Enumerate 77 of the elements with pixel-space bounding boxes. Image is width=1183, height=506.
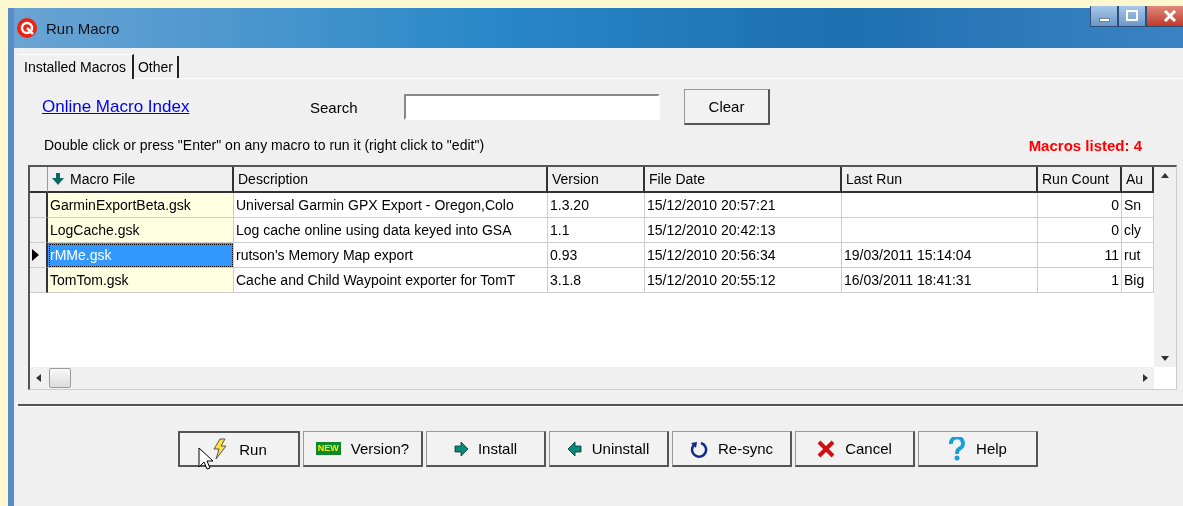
column-header[interactable]: Last Run [842, 167, 1038, 193]
vertical-scrollbar[interactable] [1154, 167, 1176, 367]
arrow-left-icon [567, 441, 582, 456]
column-header[interactable]: Description [234, 167, 548, 193]
close-icon [817, 439, 836, 458]
row-header[interactable] [30, 193, 48, 218]
horizontal-scrollbar[interactable] [30, 367, 1154, 389]
table-cell: 15/12/2010 20:42:13 [645, 218, 842, 243]
table-cell: 11 [1038, 243, 1122, 268]
search-field[interactable] [404, 94, 660, 120]
table-cell: TomTom.gsk [48, 268, 234, 293]
row-header[interactable] [30, 218, 48, 243]
lightning-icon [211, 438, 230, 460]
cancel-button[interactable]: Cancel [795, 431, 915, 467]
help-icon [948, 436, 967, 461]
minimize-button[interactable] [1090, 6, 1118, 27]
version-button[interactable]: NEW Version? [303, 431, 423, 467]
sort-down-icon [52, 173, 64, 185]
search-label: Search [310, 98, 359, 116]
close-button[interactable] [1146, 6, 1183, 27]
table-cell: Universal Garmin GPX Export - Oregon,Colo [234, 193, 548, 218]
scroll-thumb[interactable] [49, 368, 71, 388]
tab[interactable]: Installed Macros [18, 54, 134, 79]
instruction-text: Double click or press "Enter" on any macro to run it (right click to "edit") [44, 137, 485, 153]
table-cell: 1.1 [548, 218, 645, 243]
column-header[interactable]: Au [1122, 167, 1154, 193]
table-cell: 16/03/2011 18:41:31 [842, 268, 1038, 293]
maximize-button[interactable] [1118, 6, 1146, 27]
table-cell: Log cache online using data keyed into GSA [234, 218, 548, 243]
scroll-down-icon [1161, 356, 1169, 361]
table-cell: 15/12/2010 20:55:12 [645, 268, 842, 293]
arrow-right-icon [453, 441, 468, 456]
table-cell: Cache and Child Waypoint exporter for TomT [234, 268, 548, 293]
table-cell: rMMe.gsk [48, 243, 234, 268]
new-badge-icon: NEW [315, 442, 341, 455]
scroll-right-icon [1143, 374, 1148, 382]
column-header[interactable]: File Date [645, 167, 842, 193]
table-cell: 0 [1038, 193, 1122, 218]
table-cell: rut [1122, 243, 1154, 268]
table-cell: 1.3.20 [548, 193, 645, 218]
table-cell: 19/03/2011 15:14:04 [842, 243, 1038, 268]
table-cell: 0 [1038, 218, 1122, 243]
refresh-icon [690, 439, 708, 458]
table-cell: rutson's Memory Map export [234, 243, 548, 268]
mouse-cursor-icon [198, 447, 214, 471]
install-button[interactable]: Install [426, 431, 546, 467]
table-cell: LogCache.gsk [48, 218, 234, 243]
maximize-icon [1126, 10, 1138, 22]
table-cell: 1 [1038, 268, 1122, 293]
column-header[interactable]: Macro File [48, 167, 234, 193]
scroll-left-icon [36, 374, 41, 382]
app-logo-icon [16, 17, 38, 39]
column-header[interactable]: Run Count [1038, 167, 1122, 193]
help-button[interactable]: Help [918, 431, 1038, 467]
uninstall-button[interactable]: Uninstall [549, 431, 669, 467]
column-header[interactable]: Version [548, 167, 645, 193]
run-button[interactable]: Run [178, 431, 300, 467]
current-row-icon [30, 248, 40, 262]
table-cell: Sn [1122, 193, 1154, 218]
scroll-up-icon [1161, 173, 1169, 178]
clear-button[interactable]: Clear [684, 89, 770, 125]
table-cell: 3.1.8 [548, 268, 645, 293]
window-title: Run Macro [46, 19, 120, 37]
row-header[interactable] [30, 243, 48, 268]
close-icon [1163, 10, 1177, 22]
minimize-icon [1098, 18, 1110, 22]
table-cell: 15/12/2010 20:57:21 [645, 193, 842, 218]
table-cell: 15/12/2010 20:56:34 [645, 243, 842, 268]
online-macro-index-link[interactable]: Online Macro Index [42, 97, 310, 117]
row-header[interactable] [30, 268, 48, 293]
table-cell: GarminExportBeta.gsk [48, 193, 234, 218]
table-cell: 0.93 [548, 243, 645, 268]
resync-button[interactable]: Re-sync [672, 431, 792, 467]
table-cell: Big [1122, 268, 1154, 293]
macro-count: Macros listed: 4 [1028, 136, 1142, 154]
table-cell: cly [1122, 218, 1154, 243]
corner-header [30, 167, 48, 193]
